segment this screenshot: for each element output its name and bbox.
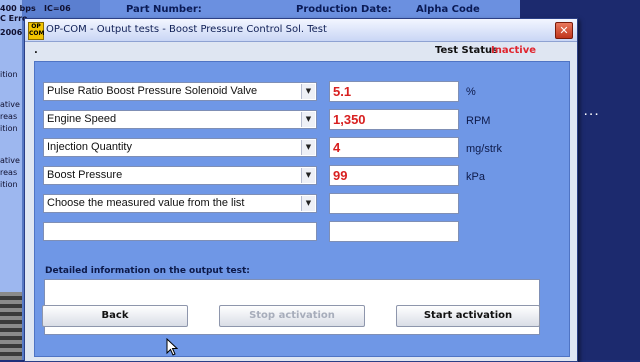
chevron-down-icon[interactable]: ▼ [301, 112, 315, 127]
dialog-title: OP-COM - Output tests - Boost Pressure C… [46, 24, 327, 35]
detail-info-label: Detailed information on the output test: [45, 266, 250, 276]
year-text: 2006 [0, 28, 23, 37]
start-activation-button[interactable]: Start activation [396, 305, 540, 327]
unit-label-3: mg/strk [466, 143, 503, 155]
measured-value-select-6[interactable] [43, 222, 317, 241]
value-text: 1,350 [333, 112, 366, 127]
gear-image [0, 292, 22, 360]
measured-value-field-2: 1,350 [329, 109, 459, 130]
chevron-down-icon[interactable]: ▼ [301, 84, 315, 99]
value-text: 99 [333, 168, 348, 183]
measured-value-select-2[interactable]: Engine Speed ▼ [43, 110, 317, 129]
measured-value-field-4: 99 [329, 165, 459, 186]
measured-value-field-6 [329, 221, 459, 242]
select-text: Engine Speed [47, 113, 117, 125]
back-button[interactable]: Back [42, 305, 188, 327]
value-text: 5.1 [333, 84, 352, 99]
ic-text: IC=06 [44, 4, 71, 13]
measured-value-select-3[interactable]: Injection Quantity ▼ [43, 138, 317, 157]
value-text: 4 [333, 140, 341, 155]
select-text: Pulse Ratio Boost Pressure Solenoid Valv… [47, 85, 258, 97]
side-fragment: reas [0, 112, 18, 121]
measured-value-select-1[interactable]: Pulse Ratio Boost Pressure Solenoid Valv… [43, 82, 317, 101]
measured-value-field-1: 5.1 [329, 81, 459, 102]
select-text: Boost Pressure [47, 169, 123, 181]
alpha-code-header: Alpha Code [416, 4, 480, 15]
side-fragment: ative [0, 156, 20, 165]
dialog-titlebar[interactable]: OP COM OP-COM - Output tests - Boost Pre… [25, 19, 577, 42]
select-text: Choose the measured value from the list [47, 197, 245, 209]
side-fragment: ition [0, 70, 18, 79]
baud-rate-text: 400 bps [0, 4, 36, 13]
unit-label-1: % [466, 86, 476, 98]
measured-value-select-5[interactable]: Choose the measured value from the list … [43, 194, 317, 213]
mouse-cursor-icon [166, 338, 178, 356]
measured-value-select-4[interactable]: Boost Pressure ▼ [43, 166, 317, 185]
background-dots: ... [583, 108, 600, 118]
production-date-header: Production Date: [296, 4, 392, 15]
close-button[interactable]: ✕ [555, 22, 573, 39]
side-fragment: ative [0, 100, 20, 109]
chevron-down-icon[interactable]: ▼ [301, 196, 315, 211]
side-fragment: ition [0, 124, 18, 133]
op-com-logo: OP COM [28, 22, 44, 40]
background-left-panel [0, 0, 23, 300]
measured-value-field-3: 4 [329, 137, 459, 158]
side-fragment: ition [0, 180, 18, 189]
test-status-label: Test Status [435, 45, 499, 56]
dot-marker: . [34, 45, 38, 56]
side-fragment: reas [0, 168, 18, 177]
stop-activation-button: Stop activation [219, 305, 365, 327]
unit-label-4: kPa [466, 171, 485, 183]
output-test-dialog: OP COM OP-COM - Output tests - Boost Pre… [24, 18, 578, 362]
select-text: Injection Quantity [47, 141, 132, 153]
test-status-value: Inactive [491, 45, 537, 56]
chevron-down-icon[interactable]: ▼ [301, 140, 315, 155]
part-number-header: Part Number: [126, 4, 202, 15]
chevron-down-icon[interactable]: ▼ [301, 168, 315, 183]
measured-value-field-5 [329, 193, 459, 214]
unit-label-2: RPM [466, 115, 491, 127]
